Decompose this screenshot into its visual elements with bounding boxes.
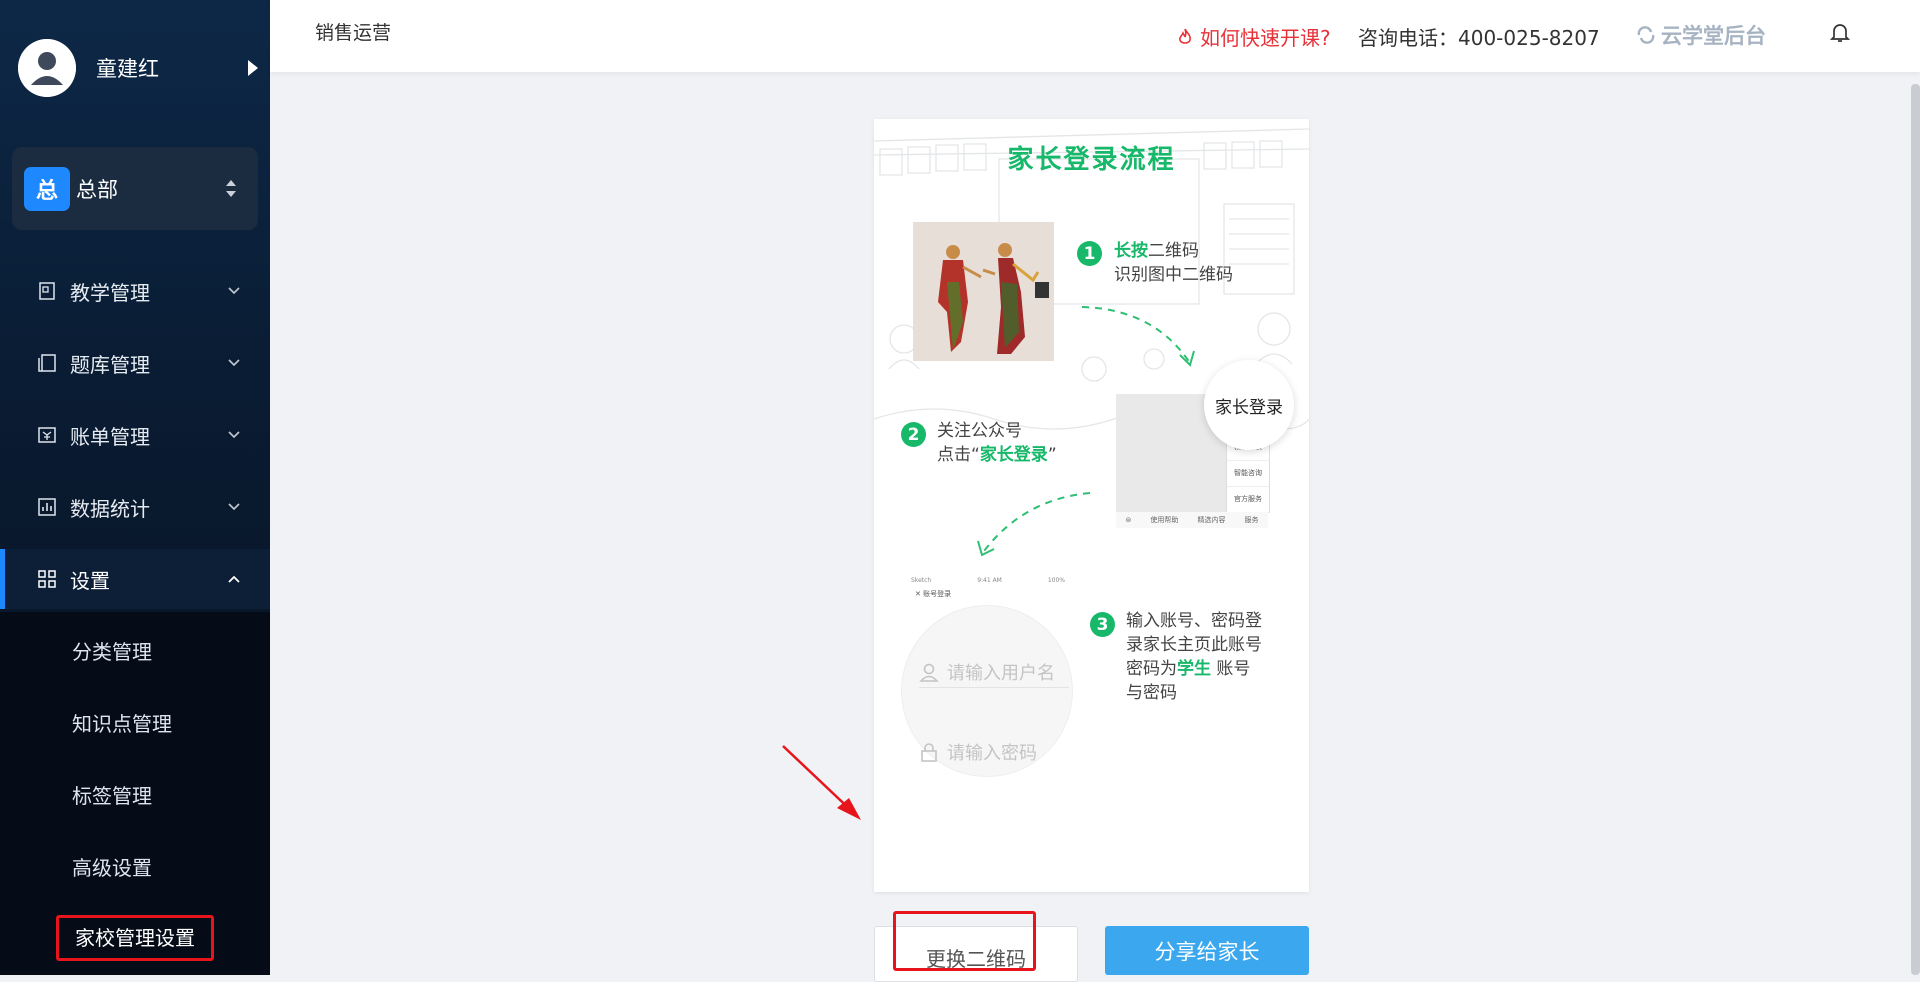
user-avatar-icon <box>18 39 76 97</box>
step-1-rest: 二维码 <box>1148 241 1199 261</box>
org-name: 总部 <box>76 177 118 202</box>
chevron-up-icon <box>226 571 242 587</box>
grid-icon <box>38 570 56 588</box>
wechat-bar-item: 精选内容 <box>1197 516 1226 524</box>
sidebar: 童建红 总 总部 教学管理 题库管理 账单管理 数据统计 设置 分类管理 知识点… <box>0 0 270 975</box>
bill-icon <box>38 426 56 444</box>
phone-header: ✕ 账号登录 <box>915 590 952 598</box>
submenu-item-knowledge-point[interactable]: 知识点管理 <box>72 704 172 744</box>
wechat-menu-item: 智能咨询 <box>1227 461 1269 487</box>
wechat-bottom-bar: ⊜ 使用帮助 精选内容 服务 <box>1116 512 1268 528</box>
step-3-text: 输入账号、密码登 录家长主页此账号 密码为学生 账号 与密码 <box>1126 609 1262 705</box>
submenu-item-advanced[interactable]: 高级设置 <box>72 848 152 888</box>
username-field: 请输入用户名 <box>919 659 1055 685</box>
step-2-text: 关注公众号 点击“家长登录” <box>937 419 1057 467</box>
phone-carrier: Sketch <box>911 577 932 584</box>
settings-submenu: 分类管理 知识点管理 标签管理 高级设置 家校管理设置 <box>0 612 270 975</box>
step-2-pre: 点击“ <box>937 445 980 465</box>
backend-label: 云学堂后台 <box>1661 24 1766 48</box>
page-title: 销售运营 <box>315 22 392 44</box>
step-3-line2: 录家长主页此账号 <box>1126 635 1262 655</box>
password-placeholder: 请输入密码 <box>947 743 1037 764</box>
chevron-down-icon <box>226 499 242 515</box>
parent-login-poster: 家长登录流程 1 长按二维码 识别图中二维码 校长报表 智能咨询 <box>874 119 1309 892</box>
sidebar-item-label: 教学管理 <box>70 280 150 305</box>
sidebar-item-label: 账单管理 <box>70 424 150 449</box>
sidebar-item-label: 数据统计 <box>70 496 150 521</box>
lock-icon <box>921 743 937 762</box>
phone-login-mockup: Sketch 9:41 AM 100% ✕ 账号登录 请输入用户名 请输入密码 <box>901 577 1073 777</box>
book-icon <box>38 282 56 300</box>
submenu-item-home-school[interactable]: 家校管理设置 <box>56 915 214 961</box>
chevron-down-icon <box>226 355 242 371</box>
username-placeholder: 请输入用户名 <box>947 663 1055 684</box>
phone-status-bar: Sketch 9:41 AM 100% <box>911 577 1065 587</box>
red-annotation-arrow <box>782 745 861 820</box>
submenu-item-category[interactable]: 分类管理 <box>72 632 152 672</box>
chart-icon <box>38 498 56 516</box>
step-3-post: 账号 <box>1211 659 1251 679</box>
backend-link[interactable]: 云学堂后台 <box>1635 20 1766 50</box>
phone-battery: 100% <box>1047 577 1065 584</box>
phone-header-title: 账号登录 <box>923 590 952 598</box>
wechat-bar-item: 服务 <box>1244 516 1259 524</box>
sidebar-item-statistics[interactable]: 数据统计 <box>0 477 270 537</box>
step-1-badge: 1 <box>1077 241 1102 266</box>
flame-icon <box>1179 28 1191 44</box>
step-2-line1: 关注公众号 <box>937 421 1022 441</box>
submenu-item-tags[interactable]: 标签管理 <box>72 776 152 816</box>
share-to-parents-button[interactable]: 分享给家长 <box>1105 926 1309 975</box>
keyboard-icon: ⊜ <box>1125 516 1132 524</box>
step-3-line1: 输入账号、密码登 <box>1126 611 1262 631</box>
quick-open-link[interactable]: 如何快速开课? <box>1178 22 1331 51</box>
refresh-icon <box>1637 26 1655 44</box>
sidebar-item-label: 设置 <box>70 568 110 593</box>
avatar[interactable] <box>18 39 76 97</box>
vertical-scrollbar[interactable] <box>1911 84 1920 975</box>
sort-arrows-icon <box>226 180 236 197</box>
step-1-line2: 识别图中二维码 <box>1114 265 1233 285</box>
wechat-bar-item: 使用帮助 <box>1150 516 1179 524</box>
org-switcher[interactable]: 总 总部 <box>12 147 258 230</box>
sidebar-item-teaching[interactable]: 教学管理 <box>0 261 270 321</box>
phone-number: 咨询电话：400-025-8207 <box>1358 26 1600 50</box>
quick-open-label: 如何快速开课? <box>1200 26 1331 50</box>
user-menu[interactable]: 童建红 <box>18 38 258 98</box>
change-qr-highlight-box <box>893 911 1036 971</box>
parent-login-bubble: 家长登录 <box>1204 360 1294 450</box>
user-name: 童建红 <box>96 57 159 81</box>
step-2-post: ” <box>1047 445 1057 465</box>
chevron-down-icon <box>226 427 242 443</box>
wechat-menu-item: 官方服务 <box>1227 487 1269 513</box>
sidebar-item-label: 题库管理 <box>70 352 150 377</box>
step-2-highlight: 家长登录 <box>979 445 1048 465</box>
step-3-pre: 密码为 <box>1126 659 1177 679</box>
org-badge: 总 <box>24 166 70 211</box>
chevron-down-icon <box>226 283 242 299</box>
user-icon <box>919 663 939 682</box>
bell-icon[interactable] <box>1829 22 1851 48</box>
step-1-text: 长按二维码 识别图中二维码 <box>1114 239 1233 287</box>
step-3-highlight: 学生 <box>1177 659 1211 679</box>
caret-right-icon[interactable] <box>248 60 258 76</box>
step-3-line4: 与密码 <box>1126 683 1177 703</box>
top-header: 销售运营 如何快速开课? 咨询电话：400-025-8207 云学堂后台 <box>270 0 1920 72</box>
sidebar-item-question-bank[interactable]: 题库管理 <box>0 333 270 393</box>
field-divider <box>919 687 1069 688</box>
step-1-highlight: 长按 <box>1114 241 1148 261</box>
step-2-badge: 2 <box>901 422 926 447</box>
sidebar-item-settings[interactable]: 设置 <box>0 549 270 609</box>
password-field: 请输入密码 <box>919 739 1037 765</box>
step-3-badge: 3 <box>1090 612 1115 637</box>
sidebar-item-billing[interactable]: 账单管理 <box>0 405 270 465</box>
phone-time: 9:41 AM <box>977 577 1002 584</box>
copy-icon <box>38 354 56 372</box>
